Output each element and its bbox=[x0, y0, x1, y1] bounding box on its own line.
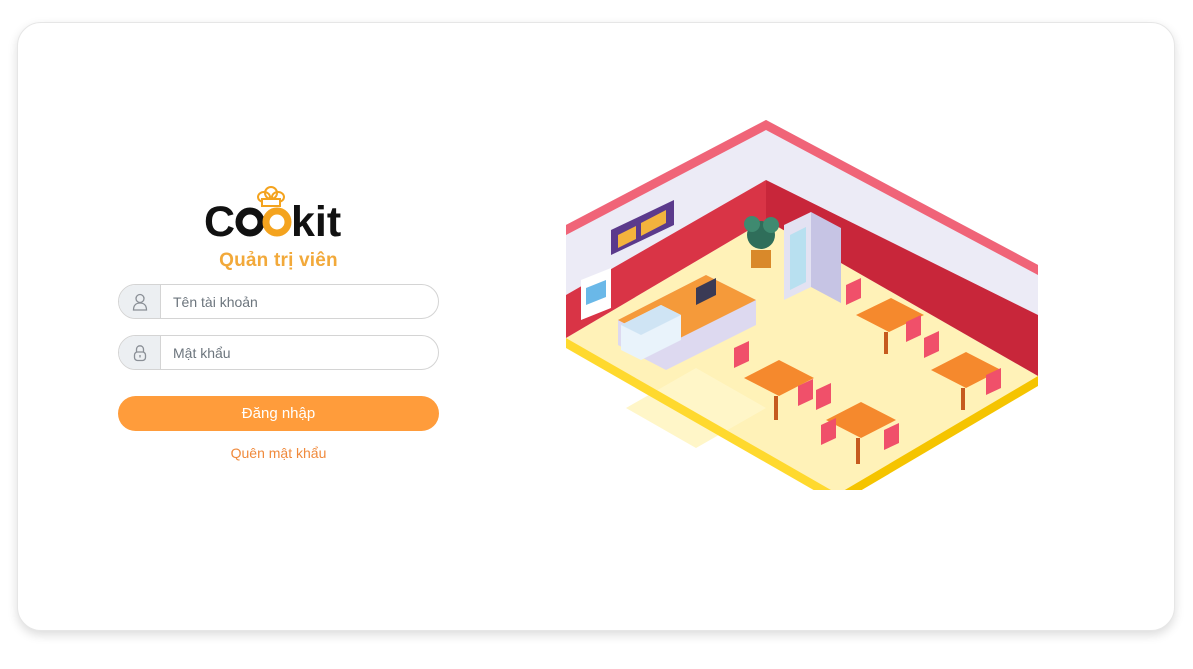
lock-icon bbox=[119, 336, 161, 369]
page-subtitle: Quản trị viên bbox=[219, 250, 338, 271]
chef-hat-icon bbox=[257, 186, 285, 207]
password-field bbox=[118, 335, 439, 370]
svg-text:C: C bbox=[204, 198, 235, 243]
username-field bbox=[118, 284, 439, 319]
svg-text:kit: kit bbox=[291, 198, 341, 243]
forgot-password-link[interactable]: Quên mật khẩu bbox=[118, 445, 439, 461]
login-card: C kit Quản trị viên Tên tài khoản Đăng n… bbox=[17, 22, 1175, 631]
cookit-logo: C kit bbox=[204, 183, 356, 243]
restaurant-illustration bbox=[566, 120, 1046, 504]
login-button[interactable]: Đăng nhập bbox=[118, 396, 439, 431]
password-input[interactable] bbox=[161, 336, 438, 369]
user-icon bbox=[119, 285, 161, 318]
username-input[interactable] bbox=[161, 285, 438, 318]
